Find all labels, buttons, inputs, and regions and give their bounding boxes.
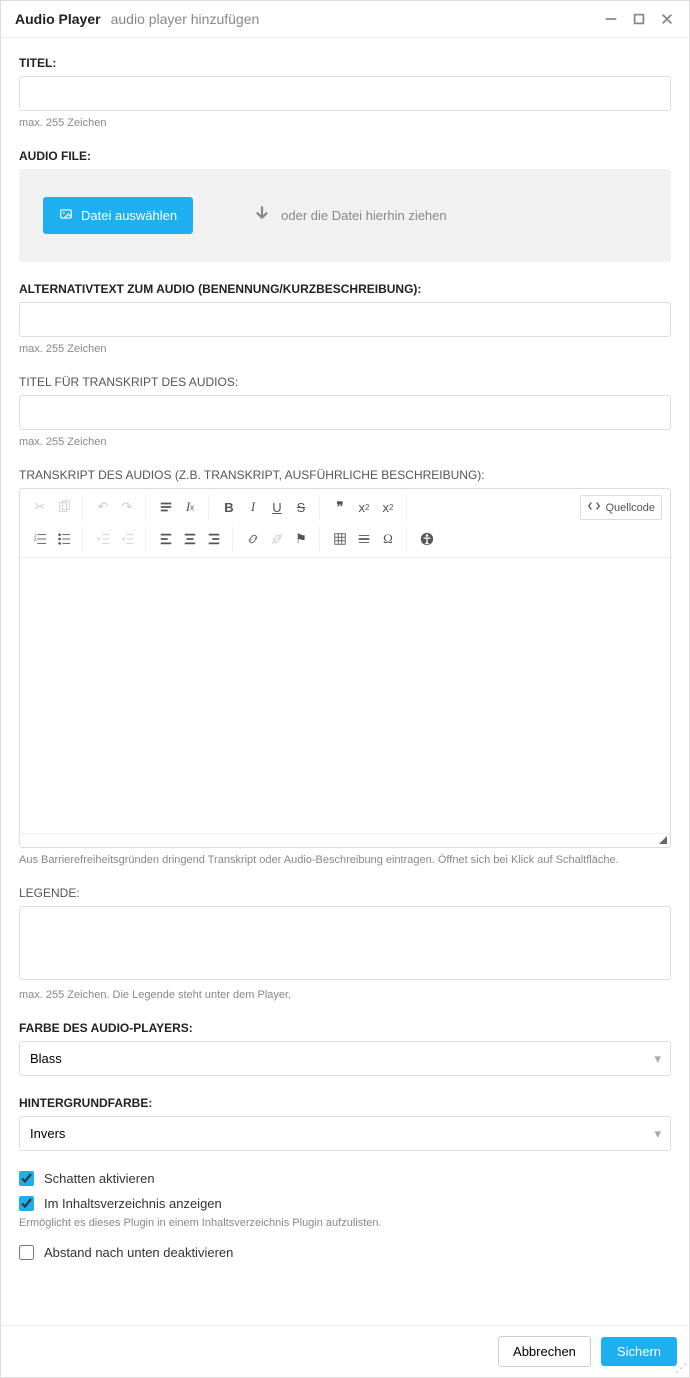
- inhaltsverzeichnis-checkbox[interactable]: [19, 1196, 34, 1211]
- accessibility-icon[interactable]: [415, 527, 439, 551]
- subscript-icon[interactable]: x2: [352, 495, 376, 519]
- farbe-select[interactable]: Blass: [19, 1041, 671, 1076]
- underline-icon[interactable]: U: [265, 495, 289, 519]
- save-button[interactable]: Sichern: [601, 1337, 677, 1366]
- rte-resize-handle[interactable]: [20, 833, 670, 847]
- schatten-checkbox[interactable]: [19, 1171, 34, 1186]
- inhaltsverzeichnis-label: Im Inhaltsverzeichnis anzeigen: [44, 1196, 222, 1211]
- transtitle-input[interactable]: [19, 395, 671, 430]
- close-icon[interactable]: [659, 11, 675, 27]
- titel-hint: max. 255 Zeichen: [19, 117, 671, 129]
- abstand-label: Abstand nach unten deaktivieren: [44, 1245, 233, 1260]
- titlebar: Audio Player audio player hinzufügen: [1, 1, 689, 38]
- unlink-icon[interactable]: [265, 527, 289, 551]
- align-right-icon[interactable]: [202, 527, 226, 551]
- strike-icon[interactable]: S: [289, 495, 313, 519]
- indent-icon[interactable]: [115, 527, 139, 551]
- upload-dropzone[interactable]: Datei auswählen oder die Datei hierhin z…: [19, 169, 671, 262]
- resize-corner-icon[interactable]: ⋰: [675, 1361, 687, 1375]
- choose-file-label: Datei auswählen: [81, 208, 177, 223]
- special-char-icon[interactable]: Ω: [376, 527, 400, 551]
- legende-label: Legende:: [19, 886, 671, 900]
- farbe-label: Farbe des Audio-Players:: [19, 1021, 671, 1035]
- rte-toolbar: ✂ ↶ ↷ Ix B I U S: [20, 489, 670, 558]
- dialog-content: Titel: max. 255 Zeichen Audio File: Date…: [1, 38, 689, 1325]
- bold-icon[interactable]: B: [217, 495, 241, 519]
- transcript-hint: Aus Barrierefreiheitsgründen dringend Tr…: [19, 854, 671, 866]
- dialog-footer: Abbrechen Sichern ⋰: [1, 1325, 689, 1377]
- legende-hint: max. 255 Zeichen. Die Legende steht unte…: [19, 989, 671, 1001]
- image-icon: [59, 207, 73, 224]
- link-icon[interactable]: [241, 527, 265, 551]
- dialog-title: Audio Player: [15, 11, 101, 27]
- align-left-icon[interactable]: [154, 527, 178, 551]
- dialog-subtitle: audio player hinzufügen: [111, 11, 260, 27]
- hintergrund-label: Hintergrundfarbe:: [19, 1096, 671, 1110]
- transtitle-label: Titel für Transkript des Audios:: [19, 375, 671, 389]
- unordered-list-icon[interactable]: [52, 527, 76, 551]
- audio-player-dialog: Audio Player audio player hinzufügen Tit…: [0, 0, 690, 1378]
- inhaltsverzeichnis-hint: Ermöglicht es dieses Plugin in einem Inh…: [19, 1217, 671, 1229]
- copy-icon[interactable]: [52, 495, 76, 519]
- ordered-list-icon[interactable]: 12: [28, 527, 52, 551]
- rte-content-area[interactable]: [20, 558, 670, 833]
- transtitle-hint: max. 255 Zeichen: [19, 436, 671, 448]
- undo-icon[interactable]: ↶: [91, 495, 115, 519]
- rich-text-editor: Quellcode ✂ ↶ ↷ Ix: [19, 488, 671, 848]
- cut-icon[interactable]: ✂: [28, 495, 52, 519]
- titel-label: Titel:: [19, 56, 671, 70]
- quote-icon[interactable]: ❞: [328, 495, 352, 519]
- audiofile-label: Audio File:: [19, 149, 671, 163]
- cancel-button[interactable]: Abbrechen: [498, 1336, 591, 1367]
- alt-label: Alternativtext zum Audio (Benennung/Kurz…: [19, 282, 671, 296]
- alt-input[interactable]: [19, 302, 671, 337]
- format-icon[interactable]: [154, 495, 178, 519]
- table-icon[interactable]: [328, 527, 352, 551]
- maximize-icon[interactable]: [631, 11, 647, 27]
- code-icon: [587, 499, 601, 516]
- svg-text:2: 2: [34, 537, 37, 542]
- legende-input[interactable]: [19, 906, 671, 980]
- align-center-icon[interactable]: [178, 527, 202, 551]
- outdent-icon[interactable]: [91, 527, 115, 551]
- drag-hint: oder die Datei hierhin ziehen: [253, 205, 447, 226]
- titel-input[interactable]: [19, 76, 671, 111]
- superscript-icon[interactable]: x2: [376, 495, 400, 519]
- source-code-button[interactable]: Quellcode: [580, 495, 662, 520]
- alt-hint: max. 255 Zeichen: [19, 343, 671, 355]
- remove-format-icon[interactable]: Ix: [178, 495, 202, 519]
- choose-file-button[interactable]: Datei auswählen: [43, 197, 193, 234]
- redo-icon[interactable]: ↷: [115, 495, 139, 519]
- hintergrund-select[interactable]: Invers: [19, 1116, 671, 1151]
- schatten-label: Schatten aktivieren: [44, 1171, 155, 1186]
- minimize-icon[interactable]: [603, 11, 619, 27]
- anchor-icon[interactable]: ⚑: [289, 527, 313, 551]
- italic-icon[interactable]: I: [241, 495, 265, 519]
- arrow-down-icon: [253, 205, 271, 226]
- abstand-checkbox[interactable]: [19, 1245, 34, 1260]
- hr-icon[interactable]: [352, 527, 376, 551]
- transcript-label: Transkript des Audios (z.B. Transkript, …: [19, 468, 671, 482]
